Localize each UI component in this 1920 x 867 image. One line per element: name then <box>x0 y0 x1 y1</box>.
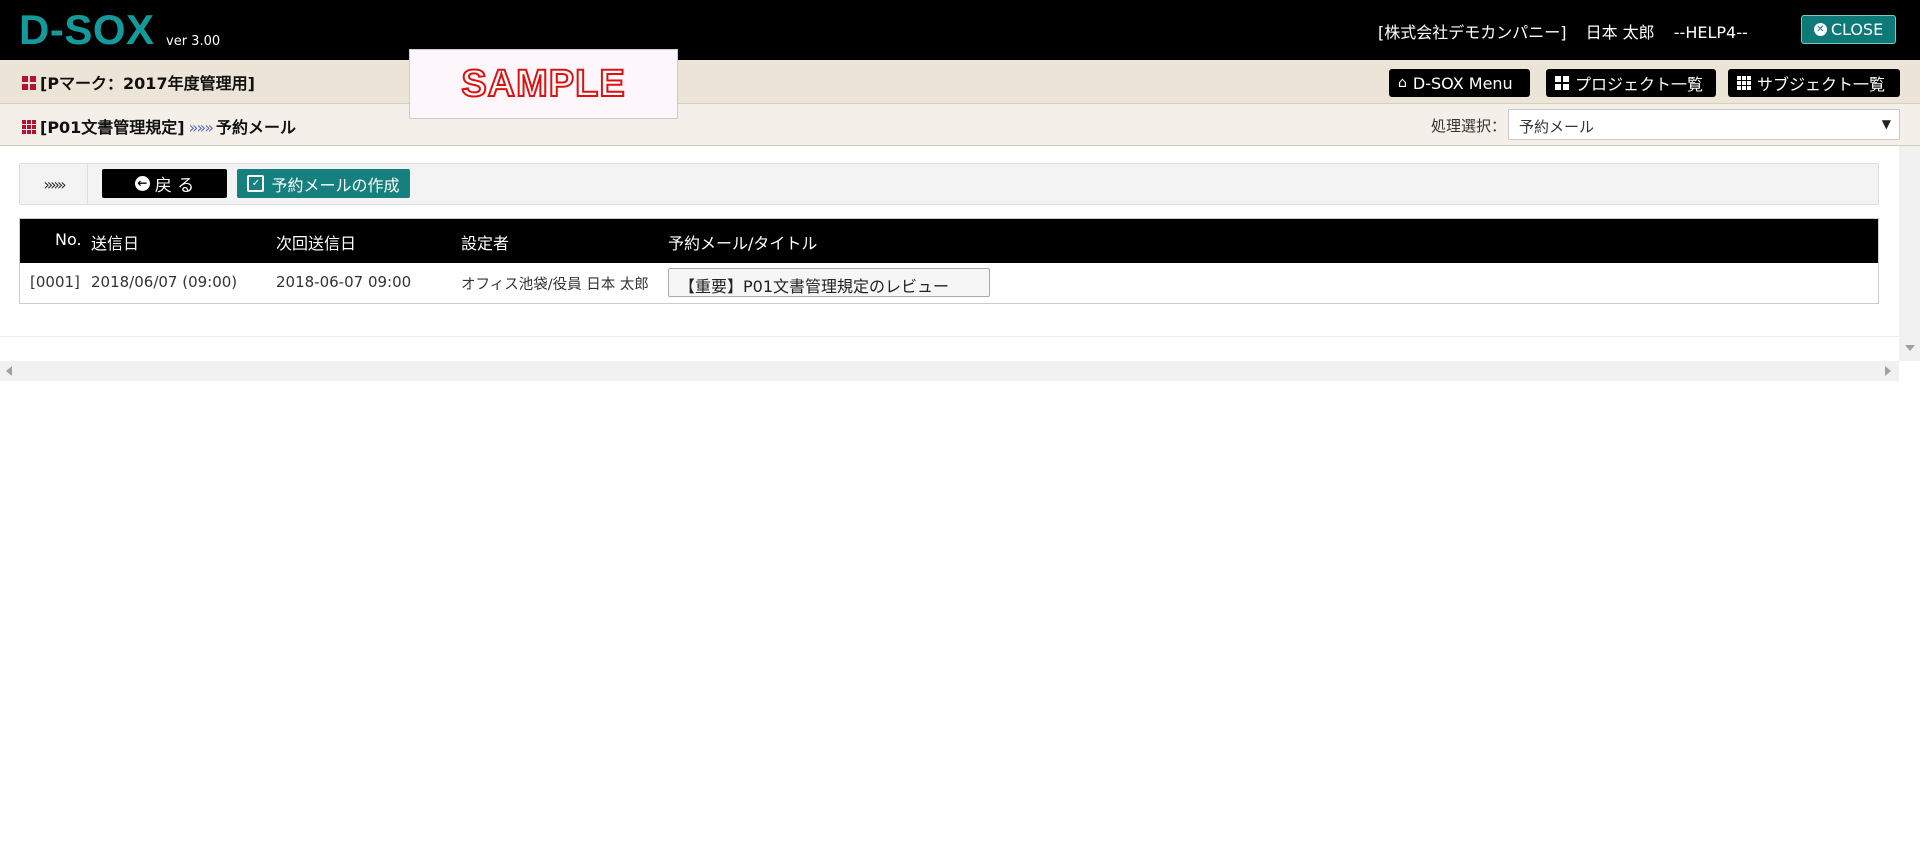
project-title-text: [Pマーク：2017年度管理用] <box>40 74 255 93</box>
close-button[interactable]: ✕ CLOSE <box>1801 15 1896 44</box>
cell-setter: オフィス池袋/役員 日本 太郎 <box>461 277 649 293</box>
back-label: 戻 る <box>154 176 195 196</box>
vertical-scrollbar[interactable] <box>1899 146 1920 361</box>
header-next-date: 次回送信日 <box>276 234 357 253</box>
breadcrumb-current: 予約メール <box>216 118 297 137</box>
check-square-icon: ✓ <box>247 175 265 192</box>
app-version: ver 3.00 <box>166 34 221 49</box>
dsox-menu-button[interactable]: ⌂ D-SOX Menu <box>1389 69 1530 97</box>
app-logo: D-SOX <box>19 6 155 53</box>
dropdown-arrow-icon: ▼ <box>1881 117 1891 131</box>
user-name: 日本 太郎 <box>1585 23 1655 42</box>
header-setter: 設定者 <box>461 234 510 253</box>
project-list-label: プロジェクト一覧 <box>1575 75 1704 94</box>
project-title: [Pマーク：2017年度管理用] <box>22 70 255 94</box>
horizontal-scrollbar[interactable] <box>0 361 1899 381</box>
close-label: CLOSE <box>1830 20 1884 39</box>
table-header: No. 送信日 次回送信日 設定者 予約メール/タイトル <box>20 219 1878 263</box>
header-no: No. <box>55 230 82 249</box>
cell-sent-date: 2018/06/07 (09:00) <box>91 273 238 291</box>
help-link[interactable]: --HELP4-- <box>1674 23 1748 42</box>
breadcrumb-separator: »»» <box>188 118 214 137</box>
reservation-mail-table: No. 送信日 次回送信日 設定者 予約メール/タイトル [0001] 2018… <box>19 218 1879 304</box>
process-selected-value: 予約メール <box>1519 118 1595 136</box>
create-reservation-mail-button[interactable]: ✓ 予約メールの作成 <box>237 169 410 198</box>
grid-9-icon <box>1737 76 1751 90</box>
sample-text: SAMPLE <box>460 62 626 106</box>
grid-icon <box>1555 76 1569 90</box>
scroll-down-icon[interactable] <box>1905 345 1915 351</box>
cell-no: [0001] <box>30 273 80 291</box>
scroll-right-icon[interactable] <box>1885 366 1891 376</box>
create-label: 予約メールの作成 <box>271 175 400 195</box>
company-name: [株式会社デモカンパニー] <box>1378 23 1567 42</box>
subject-list-button[interactable]: サブジェクト一覧 <box>1728 69 1900 97</box>
scroll-left-icon[interactable] <box>6 366 12 376</box>
back-button[interactable]: ← 戻 る <box>102 169 227 198</box>
content-divider <box>0 336 1899 337</box>
subject-list-label: サブジェクト一覧 <box>1757 75 1886 94</box>
cell-next-date: 2018-06-07 09:00 <box>276 273 412 291</box>
mail-title-button[interactable]: 【重要】P01文書管理規定のレビュー <box>668 268 990 297</box>
header-sent-date: 送信日 <box>91 234 140 253</box>
process-label: 処理選択： <box>1431 117 1507 135</box>
user-info: [株式会社デモカンパニー] 日本 太郎 --HELP4-- <box>1378 19 1762 43</box>
close-icon: ✕ <box>1813 23 1827 36</box>
toolbar-toggle[interactable]: »»» <box>20 164 88 204</box>
grid-9-icon <box>22 120 36 134</box>
breadcrumb-subject[interactable]: [P01文書管理規定] <box>40 118 185 137</box>
header-title: 予約メール/タイトル <box>668 234 818 253</box>
home-icon: ⌂ <box>1398 75 1407 91</box>
sample-watermark: SAMPLE <box>409 49 678 119</box>
grid-icon <box>22 76 36 90</box>
breadcrumb: [P01文書管理規定]»»» 予約メール <box>22 114 296 138</box>
process-select[interactable]: 予約メール ▼ <box>1508 109 1900 140</box>
dsox-menu-label: D-SOX Menu <box>1412 73 1513 93</box>
arrow-left-circle-icon: ← <box>134 176 150 191</box>
project-list-button[interactable]: プロジェクト一覧 <box>1546 69 1716 97</box>
